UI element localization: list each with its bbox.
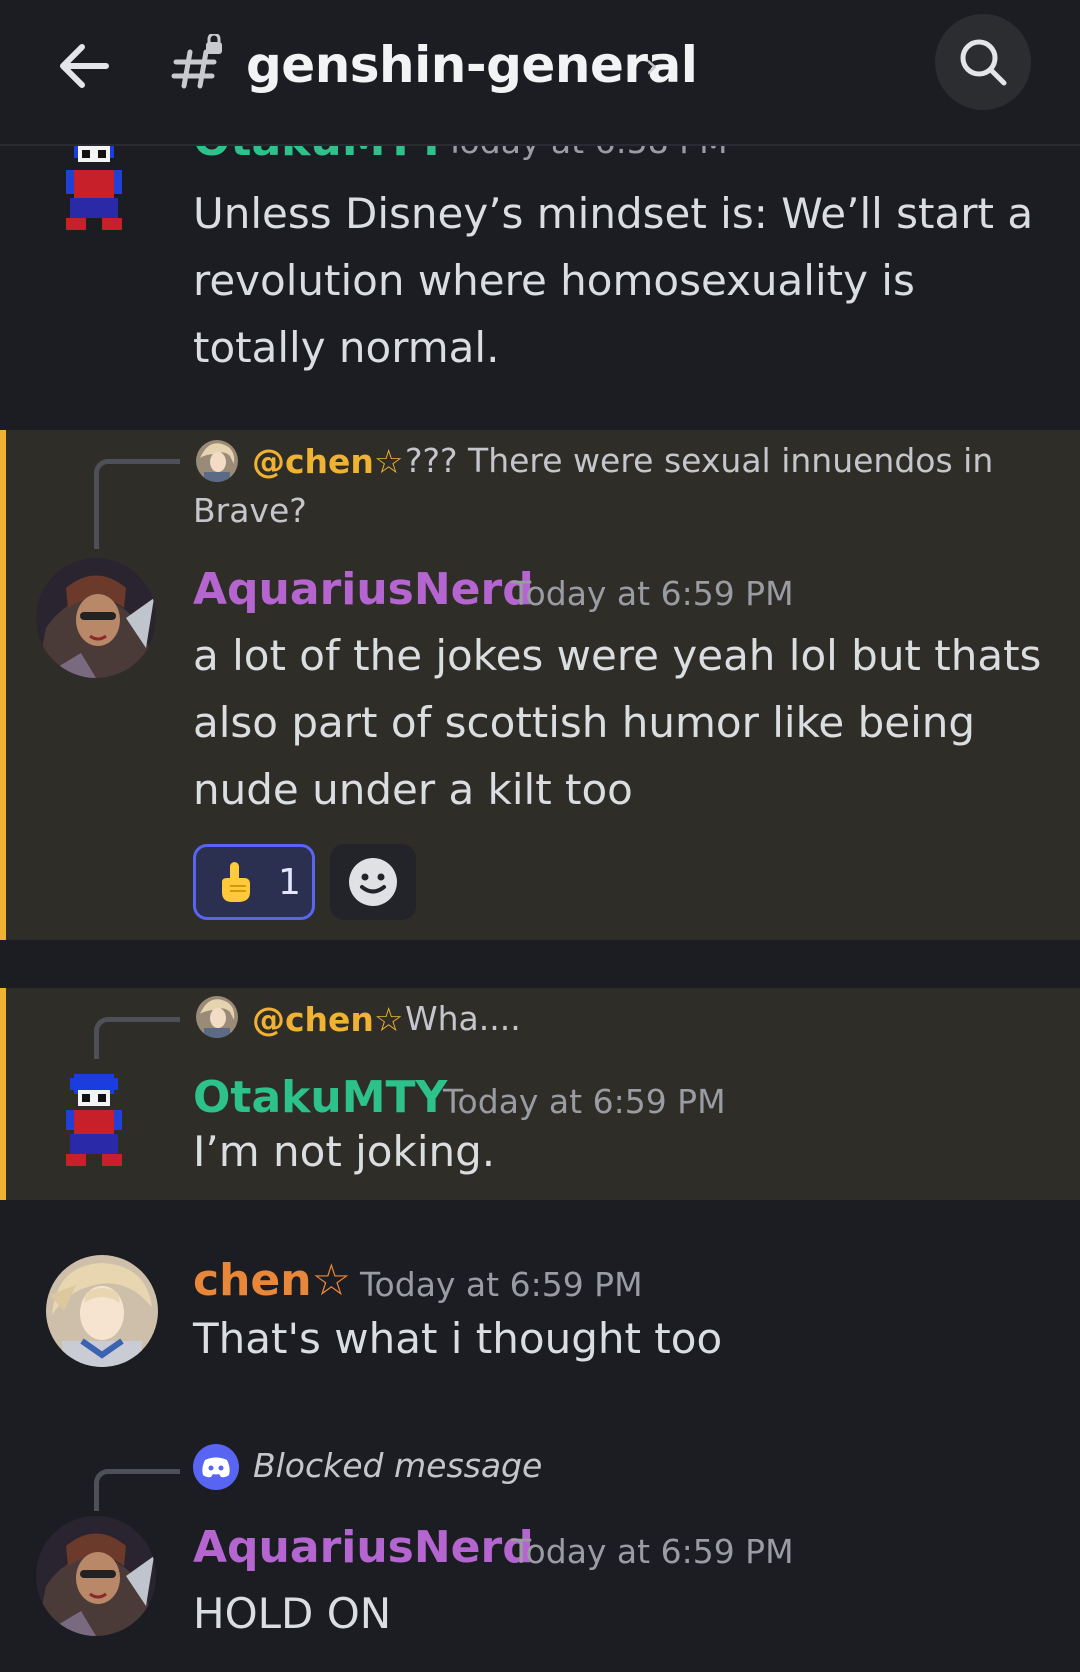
message-otaku-2[interactable]: @chen☆ Wha.... OtakuMTY Today at 6:59 PM… <box>0 988 1080 1200</box>
author-name[interactable]: AquariusNerd <box>193 564 534 615</box>
blocked-message-label[interactable]: Blocked message <box>253 1446 542 1485</box>
back-arrow-icon <box>60 44 109 88</box>
author-name[interactable]: chen☆ <box>193 1255 351 1306</box>
channel-header: genshin-general › <box>0 0 1080 146</box>
back-button[interactable] <box>48 30 120 102</box>
message-content: Unless Disney’s mindset is: We’ll start … <box>193 189 1034 372</box>
mention-highlight-bar <box>0 988 6 1200</box>
message-timestamp: Today at 6:59 PM <box>511 1532 794 1571</box>
aquarius-avatar[interactable] <box>36 1516 156 1636</box>
reaction-count: 1 <box>278 861 301 903</box>
add-reaction-button[interactable] <box>330 844 416 920</box>
otaku-avatar[interactable] <box>62 138 126 238</box>
author-name[interactable]: AquariusNerd <box>193 1522 534 1573</box>
reaction-pointing-up[interactable]: 1 <box>193 844 315 920</box>
mention-highlight-bar <box>0 430 6 940</box>
message-aquarius-1[interactable]: @chen☆ ??? There were sexual innuendos i… <box>0 430 1080 940</box>
reply-author[interactable]: @chen☆ <box>252 1000 404 1039</box>
message-timestamp: Today at 6:59 PM <box>360 1265 643 1304</box>
reply-preview-text[interactable]: ??? There were sexual innuendos in Brave… <box>193 436 1013 536</box>
reply-connector <box>94 459 180 549</box>
channel-name[interactable]: genshin-general <box>246 36 698 94</box>
discord-icon <box>193 1444 239 1490</box>
pointing-up-icon <box>222 862 250 902</box>
author-name[interactable]: OtakuMTY <box>193 1072 447 1123</box>
chevron-right-icon[interactable]: › <box>645 46 659 86</box>
message-content: That's what i thought too <box>193 1314 723 1363</box>
add-reaction-icon <box>349 858 397 906</box>
message-otaku-1[interactable]: OtakuMTY Today at 6:58 PM Unless Disney’… <box>0 115 1080 400</box>
message-aquarius-2[interactable]: Blocked message AquariusNerd Today at 6:… <box>0 1440 1080 1672</box>
reply-connector <box>94 1017 180 1059</box>
message-chen-1[interactable]: chen☆ Today at 6:59 PM That's what i tho… <box>0 1245 1080 1395</box>
chen-avatar[interactable] <box>46 1255 158 1367</box>
search-button[interactable] <box>935 14 1031 110</box>
message-content: HOLD ON <box>193 1589 392 1638</box>
reply-preview-text[interactable]: Wha.... <box>405 994 521 1044</box>
aquarius-avatar[interactable] <box>36 558 156 678</box>
channel-hash-icon <box>171 34 222 89</box>
message-timestamp: Today at 6:59 PM <box>511 574 794 613</box>
chen-reply-avatar[interactable] <box>196 996 238 1038</box>
search-icon <box>960 39 1007 86</box>
reply-connector <box>94 1469 180 1511</box>
message-content: a lot of the jokes were yeah lol but tha… <box>193 631 1042 814</box>
message-content: I’m not joking. <box>193 1127 496 1176</box>
message-timestamp: Today at 6:59 PM <box>443 1082 726 1121</box>
otaku-avatar[interactable] <box>62 1074 126 1174</box>
